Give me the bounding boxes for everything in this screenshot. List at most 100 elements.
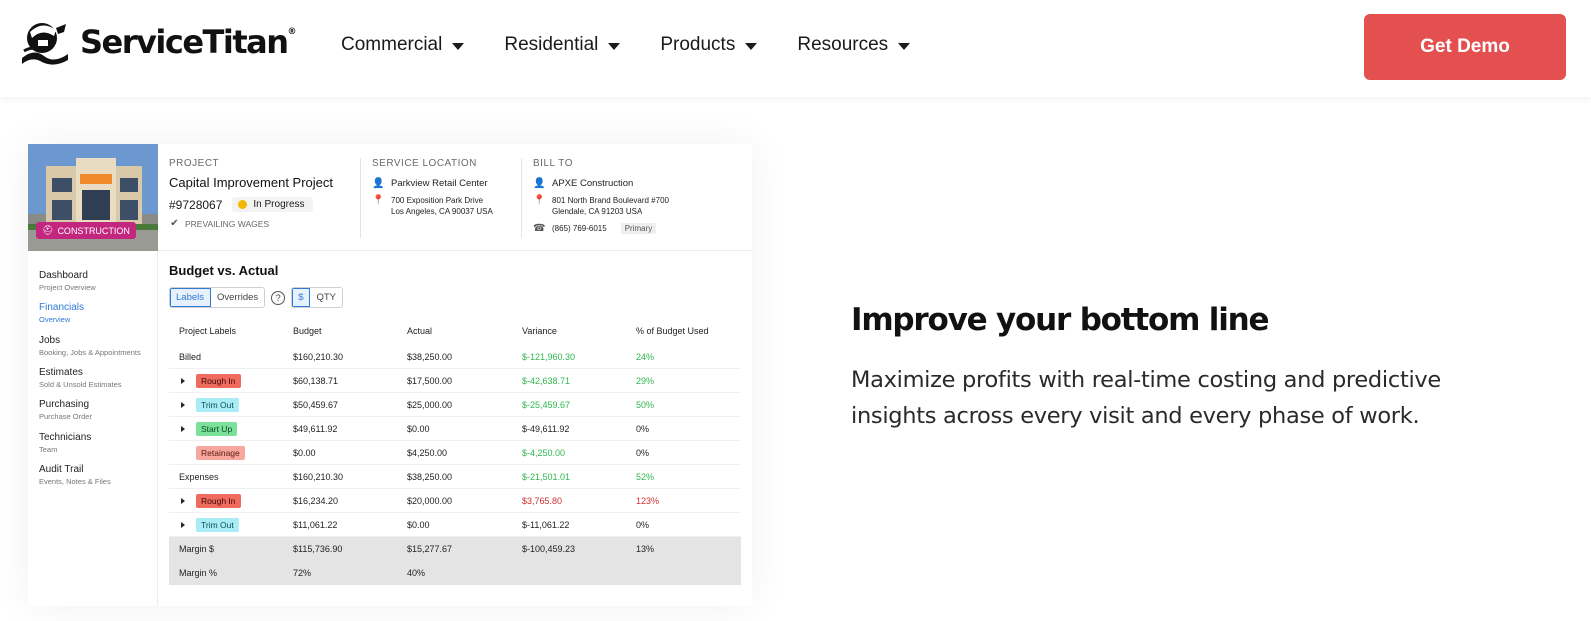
sidebar-item-subtitle: Team xyxy=(39,445,58,454)
unit-toggle-group: $ QTY xyxy=(291,287,344,308)
sidebar-item-estimates[interactable]: Estimates Sold & Unsold Estimates xyxy=(39,367,122,389)
status-dot-icon xyxy=(238,200,248,209)
percent-cell: 24% xyxy=(636,351,655,362)
sidebar-item-dashboard[interactable]: Dashboard Project Overview xyxy=(39,270,96,292)
budget-cell: $160,210.30 xyxy=(293,471,344,482)
location-pin-icon: 📍 xyxy=(533,195,546,206)
person-icon: 👤 xyxy=(372,178,385,189)
sidebar-item-subtitle: Project Overview xyxy=(39,283,96,292)
sidebar-item-audit-trail[interactable]: Audit Trail Events, Notes & Files xyxy=(39,464,111,486)
column-header: Actual xyxy=(407,326,433,336)
table-row: Billed $160,210.30 $38,250.00 $-121,960.… xyxy=(169,345,741,369)
bill-name: APXE Construction xyxy=(552,178,634,189)
person-icon: 👤 xyxy=(533,178,546,189)
registered-mark: ® xyxy=(287,27,297,37)
nav-label: Products xyxy=(660,34,736,55)
nav-commercial[interactable]: Commercial xyxy=(341,34,465,56)
table-row: Retainage $0.00 $4,250.00 $-4,250.00 0% xyxy=(169,441,741,465)
variance-cell: $-49,611.92 xyxy=(522,423,570,434)
percent-cell: 123% xyxy=(636,495,660,506)
divider xyxy=(360,158,361,238)
column-header: Budget xyxy=(293,326,322,336)
percent-cell: 52% xyxy=(636,471,655,482)
nav-resources[interactable]: Resources xyxy=(797,34,911,56)
brand-logo[interactable]: ServiceTitan® xyxy=(20,18,297,66)
label-tag: Retainage xyxy=(196,445,245,460)
overrides-toggle[interactable]: Overrides xyxy=(211,288,265,307)
nav-residential[interactable]: Residential xyxy=(504,34,621,56)
project-sidebar: Dashboard Project Overview Financials Ov… xyxy=(28,251,158,606)
nav-label: Resources xyxy=(797,34,889,55)
main-nav: Commercial Residential Products Resource… xyxy=(341,34,911,56)
budget-cell: $160,210.30 xyxy=(293,351,344,362)
project-label: PROJECT xyxy=(169,158,220,169)
project-number: #9728067 xyxy=(169,197,223,212)
sidebar-item-title: Estimates xyxy=(39,367,83,378)
construction-badge: ⛑ CONSTRUCTION xyxy=(36,222,136,239)
labels-toggle[interactable]: Labels xyxy=(170,288,211,307)
primary-tag: Primary xyxy=(620,223,657,234)
bill-address-line2: Glendale, CA 91203 USA xyxy=(552,207,643,216)
row-label: Expenses xyxy=(179,471,219,482)
table-row[interactable]: Trim Out $11,061.22 $0.00 $-11,061.22 0% xyxy=(169,513,741,537)
labels-toggle-group: Labels Overrides xyxy=(169,287,266,308)
actual-cell: $20,000.00 xyxy=(407,495,453,506)
caret-down-icon xyxy=(452,42,465,50)
bill-to-label: BILL TO xyxy=(533,158,574,169)
caret-down-icon xyxy=(898,42,911,50)
label-tag: Rough In xyxy=(196,493,241,508)
expand-arrow-icon[interactable] xyxy=(181,401,185,408)
variance-cell: $-25,459.67 xyxy=(522,399,571,410)
sidebar-item-jobs[interactable]: Jobs Booking, Jobs & Appointments xyxy=(39,335,141,357)
get-demo-button[interactable]: Get Demo xyxy=(1364,14,1566,80)
project-photo: ⛑ CONSTRUCTION xyxy=(28,144,158,251)
service-location-label: SERVICE LOCATION xyxy=(372,158,477,169)
brand-name: ServiceTitan xyxy=(80,23,289,61)
expand-arrow-icon[interactable] xyxy=(181,497,185,504)
project-column: PROJECT Capital Improvement Project #972… xyxy=(169,158,354,229)
expand-arrow-icon[interactable] xyxy=(181,521,185,528)
check-circle-icon: ✔ xyxy=(170,218,179,229)
actual-cell: $38,250.00 xyxy=(407,351,453,362)
sidebar-item-purchasing[interactable]: Purchasing Purchase Order xyxy=(39,399,92,421)
table-row[interactable]: Start Up $49,611.92 $0.00 $-49,611.92 0% xyxy=(169,417,741,441)
variance-cell: $-42,638.71 xyxy=(522,375,571,386)
expand-arrow-icon[interactable] xyxy=(181,425,185,432)
caret-down-icon xyxy=(745,42,758,50)
percent-cell: 0% xyxy=(636,447,650,458)
nav-products[interactable]: Products xyxy=(660,34,758,56)
sidebar-item-subtitle: Events, Notes & Files xyxy=(39,477,111,486)
service-address-line1: 700 Exposition Park Drive xyxy=(391,196,484,205)
help-icon[interactable]: ? xyxy=(271,290,286,305)
divider xyxy=(521,158,522,238)
bill-address-line1: 801 North Brand Boulevard #700 xyxy=(552,196,669,205)
label-tag: Trim Out xyxy=(196,517,239,532)
table-row[interactable]: Trim Out $50,459.67 $25,000.00 $-25,459.… xyxy=(169,393,741,417)
column-header: Variance xyxy=(522,326,557,336)
sidebar-item-title: Dashboard xyxy=(39,270,88,281)
status-text: In Progress xyxy=(253,199,305,210)
actual-cell: $4,250.00 xyxy=(407,447,448,458)
product-screenshot: ⛑ CONSTRUCTION PROJECT Capital Improveme… xyxy=(28,144,752,606)
expand-arrow-icon[interactable] xyxy=(181,377,185,384)
variance-cell: $3,765.80 xyxy=(522,495,563,506)
nav-label: Residential xyxy=(504,34,599,55)
table-row[interactable]: Rough In $16,234.20 $20,000.00 $3,765.80… xyxy=(169,489,741,513)
label-tag: Trim Out xyxy=(196,397,239,412)
sidebar-item-financials[interactable]: Financials Overview xyxy=(39,302,84,324)
titan-logo-icon xyxy=(22,23,68,65)
sidebar-item-technicians[interactable]: Technicians Team xyxy=(39,432,91,454)
percent-cell: 0% xyxy=(636,519,650,530)
bill-phone[interactable]: (865) 769-6015 xyxy=(552,223,607,234)
bill-to-column: BILL TO 👤 APXE Construction 📍 801 North … xyxy=(533,158,743,234)
view-toggles: Labels Overrides ? $ QTY xyxy=(169,287,344,308)
qty-toggle[interactable]: QTY xyxy=(310,288,343,307)
table-row[interactable]: Rough In $60,138.71 $17,500.00 $-42,638.… xyxy=(169,369,741,393)
table-row-margin-percent: Margin % 72% 40% xyxy=(169,561,741,585)
sidebar-item-title: Financials xyxy=(39,302,85,313)
hardhat-icon: ⛑ xyxy=(42,225,54,235)
actual-cell: $17,500.00 xyxy=(407,375,453,386)
dollar-toggle[interactable]: $ xyxy=(292,288,311,307)
variance-cell: $-4,250.00 xyxy=(522,447,566,458)
sidebar-item-title: Purchasing xyxy=(39,399,90,410)
